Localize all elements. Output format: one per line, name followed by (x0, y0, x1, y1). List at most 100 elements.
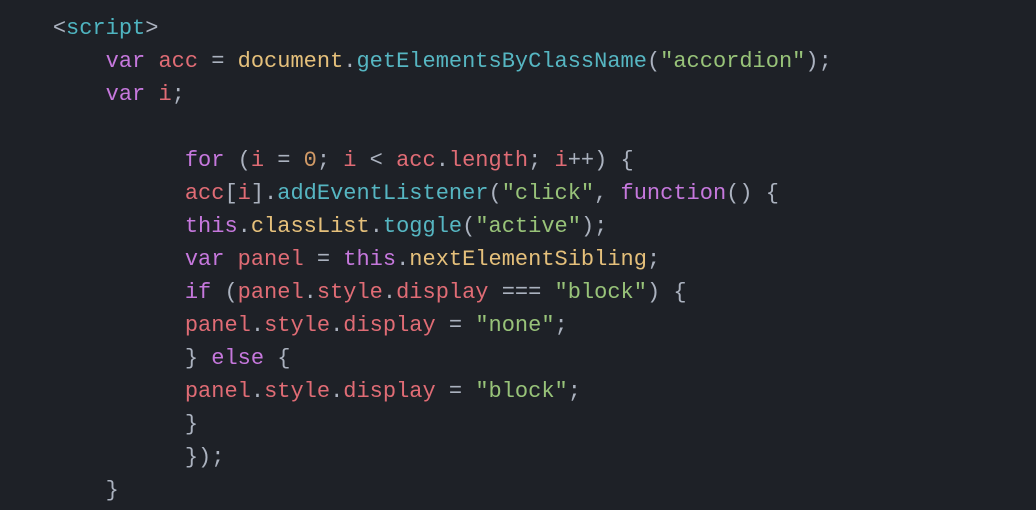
token-str: "accordion" (660, 49, 805, 74)
token-punct: === (489, 280, 555, 305)
token-punct: . (436, 148, 449, 173)
token-kw: this (343, 247, 396, 272)
code-line: panel.style.display = "none"; (0, 313, 568, 338)
token-ident: acc (396, 148, 436, 173)
token-punct: }); (185, 445, 225, 470)
token-kw: var (106, 82, 146, 107)
token-ident: i (158, 82, 171, 107)
token-str: "block" (475, 379, 567, 404)
token-ident: display (396, 280, 488, 305)
token-punct: ; (568, 379, 581, 404)
token-punct: ; (172, 82, 185, 107)
token-punct: . (251, 379, 264, 404)
token-punct: ( (211, 280, 237, 305)
token-punct: ++) { (568, 148, 634, 173)
token-punct: . (383, 280, 396, 305)
code-line: if (panel.style.display === "block") { (0, 280, 687, 305)
token-punct: () { (726, 181, 779, 206)
token-punct: ); (581, 214, 607, 239)
token-obj: nextElementSibling (409, 247, 647, 272)
token-kw: var (185, 247, 225, 272)
token-punct: ; (317, 148, 343, 173)
token-ident: display (343, 379, 435, 404)
code-line: panel.style.display = "block"; (0, 379, 581, 404)
token-punct: ( (462, 214, 475, 239)
token-num: 0 (304, 148, 317, 173)
token-punct: ) { (647, 280, 687, 305)
token-punct: < (356, 148, 396, 173)
token-ident: style (317, 280, 383, 305)
token-tag: script (66, 16, 145, 41)
token-punct: = (436, 313, 476, 338)
token-punct: ; (647, 247, 660, 272)
token-punct: } (185, 412, 198, 437)
code-line: for (i = 0; i < acc.length; i++) { (0, 148, 634, 173)
token-ident: panel (185, 313, 251, 338)
code-line: acc[i].addEventListener("click", functio… (0, 181, 779, 206)
token-obj: classList (251, 214, 370, 239)
token-punct: . (251, 313, 264, 338)
token-kw: else (211, 346, 264, 371)
token-punct: = (304, 247, 344, 272)
token-ident: length (449, 148, 528, 173)
token-punct: ); (805, 49, 831, 74)
token-ident: i (238, 181, 251, 206)
token-kw: var (106, 49, 146, 74)
token-obj: document (238, 49, 344, 74)
code-line: var panel = this.nextElementSibling; (0, 247, 660, 272)
token-ident: panel (238, 247, 304, 272)
token-ident: style (264, 313, 330, 338)
token-kw: if (185, 280, 211, 305)
token-str: "click" (502, 181, 594, 206)
token-kw: function (621, 181, 727, 206)
token-punct (145, 82, 158, 107)
code-line: <script> (0, 16, 158, 41)
token-punct: . (330, 313, 343, 338)
token-punct: = (198, 49, 238, 74)
token-punct: . (370, 214, 383, 239)
token-punct: ( (647, 49, 660, 74)
code-line: var i; (0, 82, 185, 107)
token-punct: . (330, 379, 343, 404)
token-punct: ; (555, 313, 568, 338)
token-ident: panel (238, 280, 304, 305)
token-ident: i (251, 148, 264, 173)
token-kw: for (185, 148, 225, 173)
token-punct: < (53, 16, 66, 41)
token-punct: = (436, 379, 476, 404)
code-line: }); (0, 445, 224, 470)
token-ident: panel (185, 379, 251, 404)
token-ident: acc (158, 49, 198, 74)
token-ident: i (343, 148, 356, 173)
token-punct: . (238, 214, 251, 239)
token-punct: } (106, 478, 119, 503)
token-punct: = (264, 148, 304, 173)
token-punct: } (185, 346, 211, 371)
token-kw: this (185, 214, 238, 239)
token-str: "active" (475, 214, 581, 239)
token-punct: > (145, 16, 158, 41)
token-fn: addEventListener (277, 181, 488, 206)
token-punct: ; (528, 148, 554, 173)
code-line: } else { (0, 346, 290, 371)
token-ident: display (343, 313, 435, 338)
token-fn: toggle (383, 214, 462, 239)
token-punct: . (343, 49, 356, 74)
token-punct: ( (489, 181, 502, 206)
token-str: "none" (475, 313, 554, 338)
token-punct: { (264, 346, 290, 371)
code-line: this.classList.toggle("active"); (0, 214, 607, 239)
token-str: "block" (555, 280, 647, 305)
token-ident: style (264, 379, 330, 404)
code-line: var acc = document.getElementsByClassNam… (0, 49, 832, 74)
token-punct: . (396, 247, 409, 272)
token-punct: ]. (251, 181, 277, 206)
token-punct (145, 49, 158, 74)
token-punct: , (594, 181, 620, 206)
token-fn: getElementsByClassName (356, 49, 646, 74)
code-line: } (0, 412, 198, 437)
token-punct: . (304, 280, 317, 305)
token-punct: ( (224, 148, 250, 173)
token-punct (224, 247, 237, 272)
token-ident: i (555, 148, 568, 173)
